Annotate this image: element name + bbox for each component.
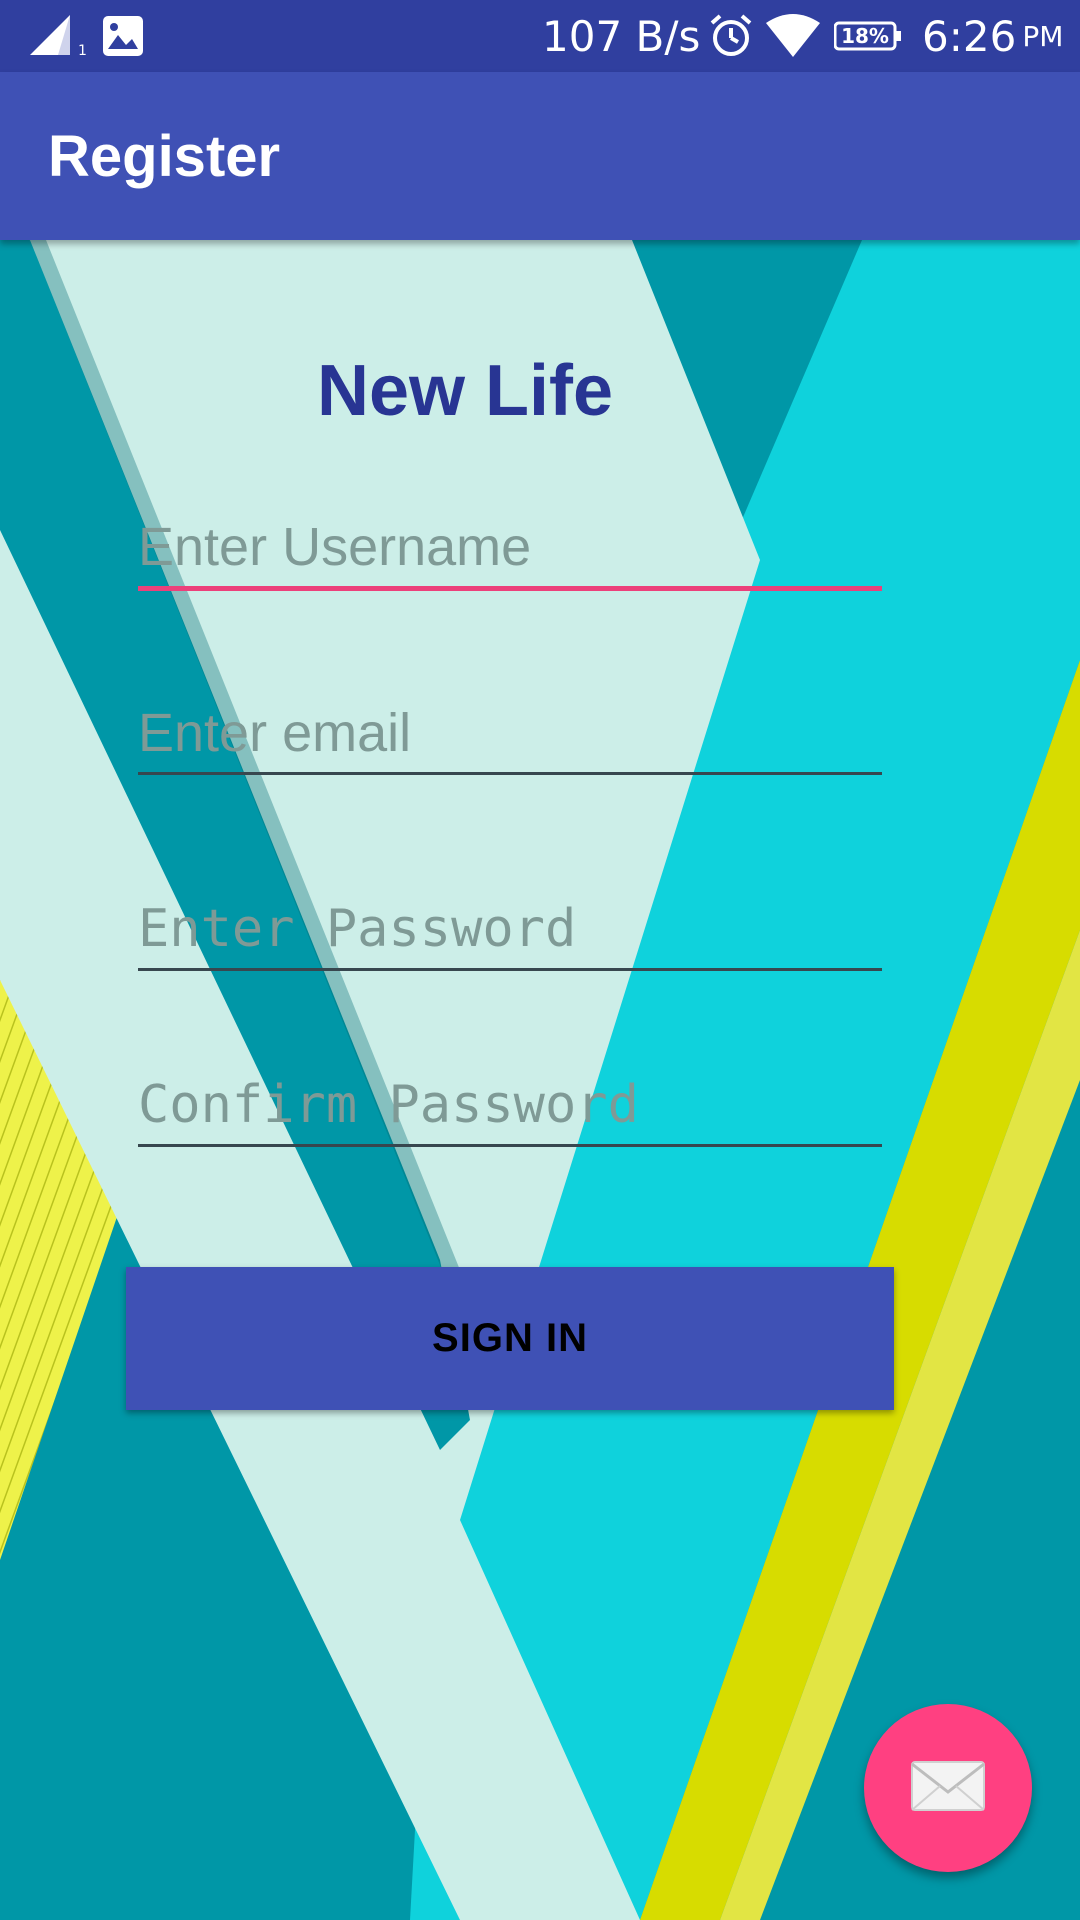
clock-ampm: PM [1022, 19, 1064, 53]
clock-time: 6:26 [922, 11, 1017, 61]
sign-in-button[interactable]: SIGN IN [126, 1267, 894, 1410]
app-bar: Register [0, 72, 1080, 240]
battery-percent: 18% [841, 24, 889, 48]
password-underline [138, 968, 882, 971]
alarm-icon [708, 0, 754, 72]
sim-slot-label: 1 [78, 43, 87, 59]
email-underline [138, 772, 882, 775]
network-speed: 107 B/s [542, 11, 701, 61]
battery-indicator: 18% [834, 0, 901, 72]
clock: 6:26 PM [922, 0, 1063, 72]
password-input[interactable] [138, 889, 882, 969]
wifi-icon [764, 0, 822, 72]
status-bar: 1 107 B/s 18% 6:26 PM [0, 0, 1080, 72]
confirm-password-input[interactable] [138, 1065, 882, 1145]
mail-icon [910, 1760, 986, 1816]
email-input[interactable] [138, 693, 882, 773]
signal-icon: 1 [28, 0, 87, 72]
username-input[interactable] [138, 507, 882, 587]
app-brand-title: New Life [316, 351, 614, 431]
username-underline [138, 586, 882, 591]
email-fab[interactable] [864, 1704, 1032, 1872]
confirm-password-underline [138, 1144, 882, 1147]
image-notification-icon [102, 0, 144, 72]
page-title: Register [48, 123, 281, 189]
